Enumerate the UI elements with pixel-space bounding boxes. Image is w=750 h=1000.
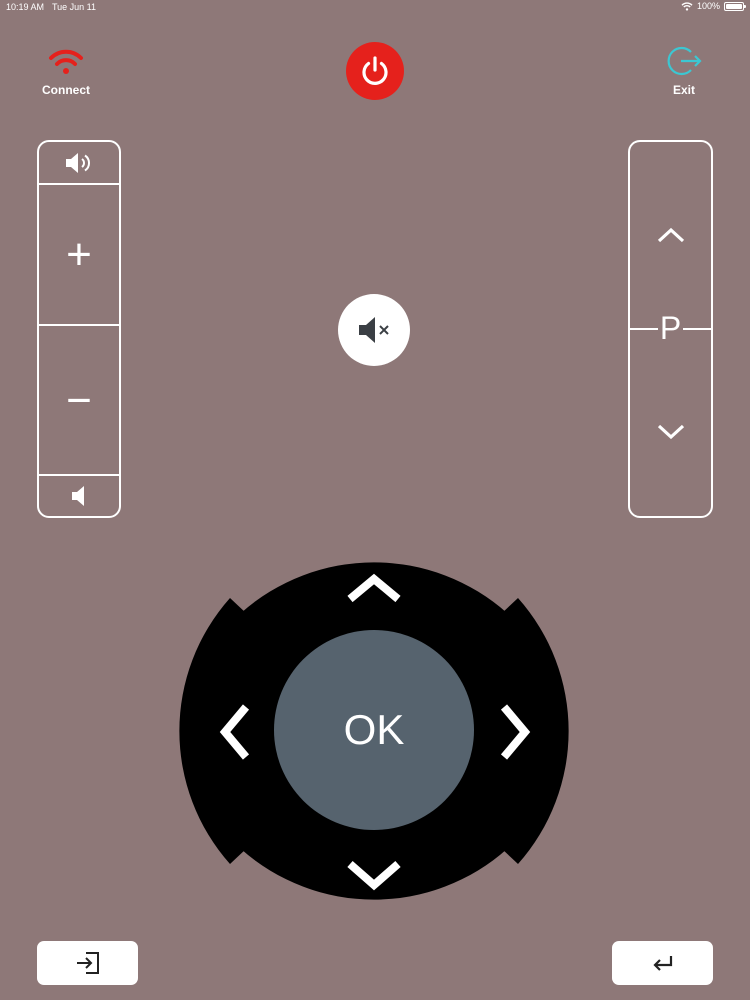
- wifi-icon: [681, 1, 693, 11]
- exit-icon: [667, 46, 702, 76]
- power-icon: [362, 56, 388, 85]
- power-button[interactable]: [346, 42, 404, 100]
- mute-button[interactable]: [338, 294, 410, 366]
- return-icon: [652, 956, 672, 971]
- speaker-loud-icon: [66, 152, 91, 173]
- channel-label: P: [659, 310, 682, 346]
- divider: [39, 324, 119, 326]
- wifi-icon: [49, 49, 83, 74]
- status-date: Tue Jun 11: [52, 2, 97, 12]
- volume-rocker: + −: [37, 140, 121, 518]
- plus-icon: +: [66, 230, 92, 279]
- chevron-down-icon: [657, 424, 684, 440]
- channel-rocker: P: [628, 140, 713, 518]
- chevron-up-icon: [657, 227, 684, 243]
- input-source-button[interactable]: [37, 941, 138, 985]
- ok-button[interactable]: OK: [274, 630, 474, 830]
- volume-up-button[interactable]: +: [39, 186, 119, 324]
- connect-label: Connect: [42, 83, 90, 97]
- input-source-icon: [76, 952, 99, 974]
- channel-up-button[interactable]: [630, 142, 711, 328]
- speaker-icon: [72, 486, 84, 506]
- status-indicators: 100%: [681, 1, 746, 11]
- volume-speaker-bottom: [39, 477, 119, 515]
- connect-button[interactable]: Connect: [30, 48, 102, 98]
- exit-button[interactable]: Exit: [652, 44, 716, 98]
- minus-icon: −: [66, 375, 92, 425]
- volume-down-button[interactable]: −: [39, 327, 119, 474]
- ok-label: OK: [343, 706, 405, 753]
- mute-icon: [359, 317, 389, 343]
- divider: [39, 183, 119, 185]
- channel-down-button[interactable]: [630, 348, 711, 516]
- exit-label: Exit: [672, 83, 695, 97]
- back-button[interactable]: [612, 941, 713, 985]
- divider: [39, 474, 119, 476]
- battery-icon: [724, 1, 746, 11]
- status-time: 10:19 AM: [6, 2, 45, 12]
- battery-percent: 100%: [696, 1, 720, 11]
- volume-speaker-top: [39, 142, 119, 183]
